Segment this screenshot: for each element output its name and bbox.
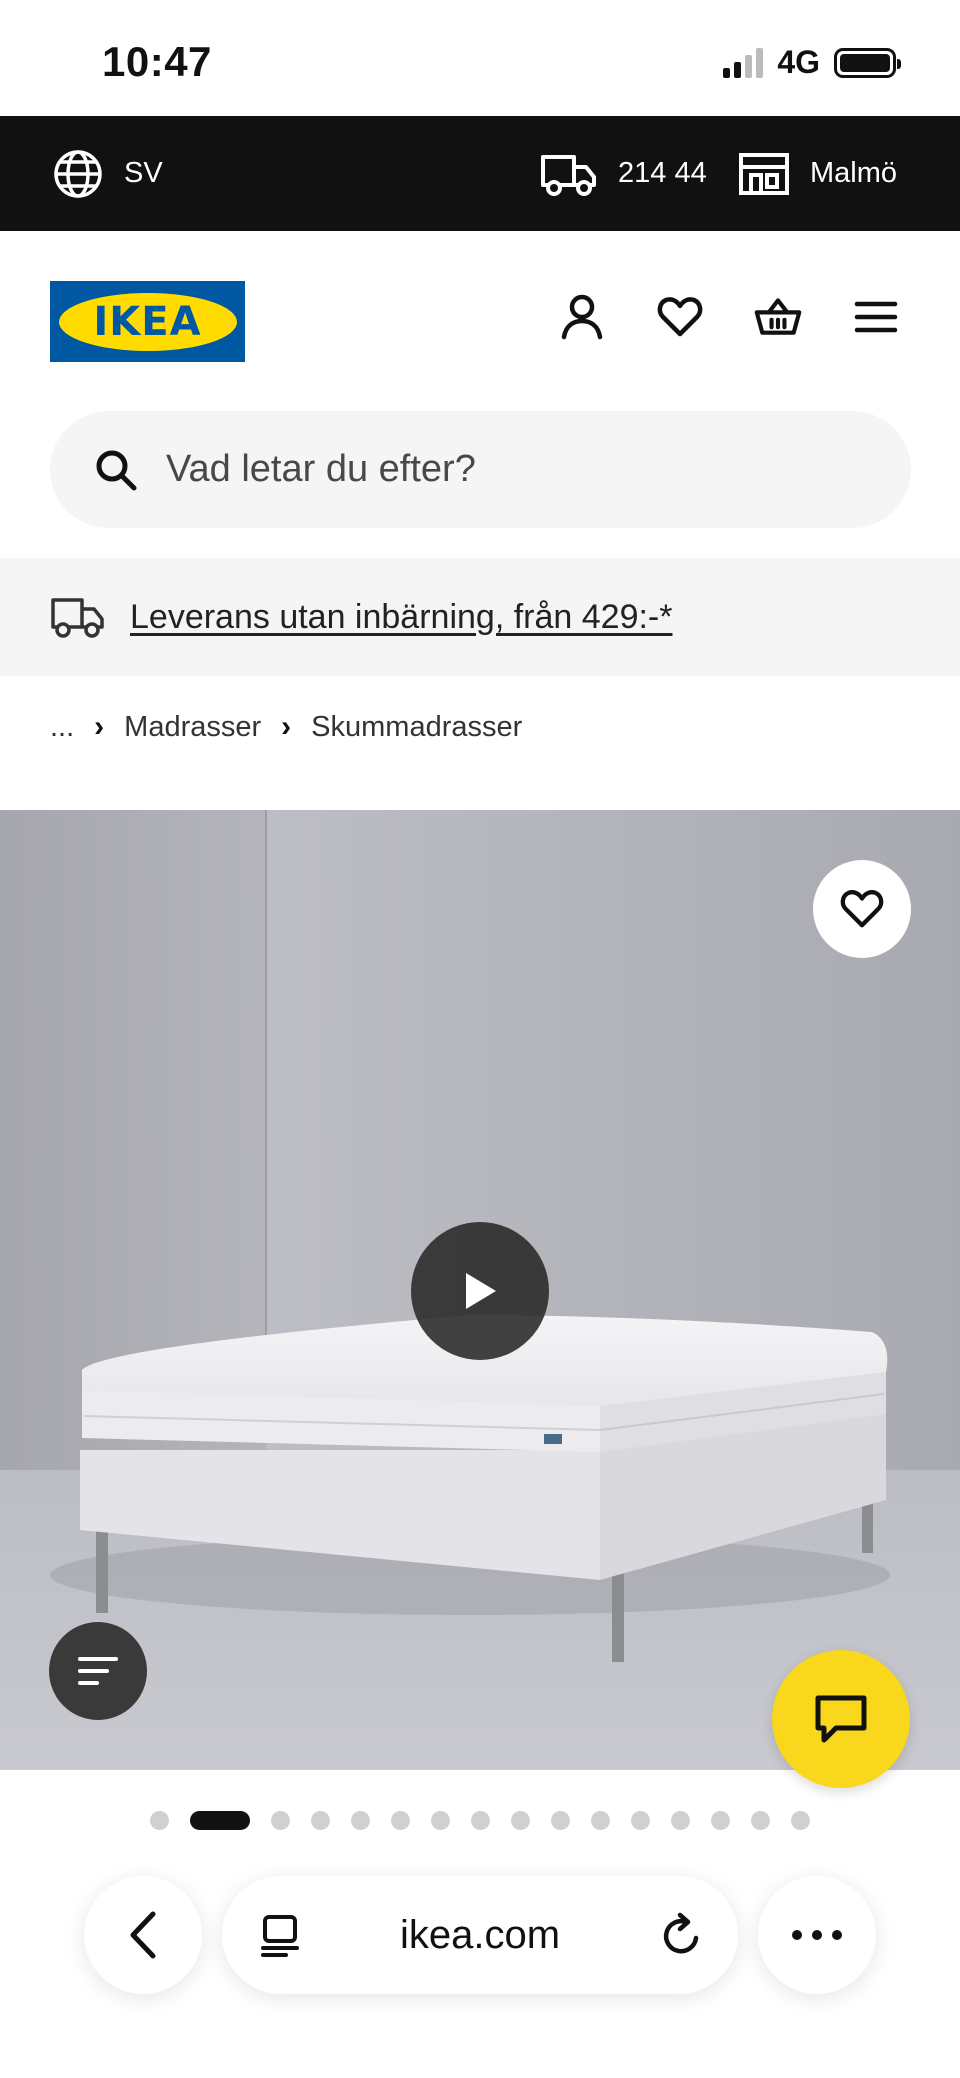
favourites-button[interactable] xyxy=(656,293,704,341)
delivery-banner-link[interactable]: Leverans utan inbärning, från 429:-* xyxy=(130,598,672,637)
store-label: Malmö xyxy=(810,157,898,189)
search-placeholder: Vad letar du efter? xyxy=(166,448,476,490)
cellular-signal-icon xyxy=(723,47,764,78)
heart-icon xyxy=(657,297,703,337)
carousel-dot[interactable] xyxy=(711,1810,730,1830)
postal-code-label: 214 44 xyxy=(618,157,707,189)
carousel-dot[interactable] xyxy=(150,1810,169,1830)
top-utility-bar: SV 214 44 Malmö xyxy=(0,116,960,231)
carousel-dot[interactable] xyxy=(591,1810,610,1830)
browser-toolbar: ikea.com xyxy=(0,1860,960,2078)
breadcrumb-ellipsis[interactable]: ... xyxy=(50,711,74,744)
user-icon xyxy=(561,294,603,340)
carousel-dot[interactable] xyxy=(791,1810,810,1830)
battery-icon xyxy=(834,47,901,78)
chevron-right-icon: › xyxy=(281,710,292,743)
save-to-favourites-button[interactable] xyxy=(813,860,911,958)
product-image-carousel[interactable] xyxy=(0,810,960,1770)
image-filter-button[interactable] xyxy=(49,1622,147,1720)
status-bar: 10:47 4G xyxy=(0,0,960,116)
cart-button[interactable] xyxy=(754,293,802,341)
delivery-banner: Leverans utan inbärning, från 429:-* xyxy=(0,558,960,676)
network-type: 4G xyxy=(777,44,820,80)
store-icon xyxy=(739,152,789,195)
carousel-dot[interactable] xyxy=(271,1810,290,1830)
carousel-dot[interactable] xyxy=(631,1810,650,1830)
address-bar[interactable]: ikea.com xyxy=(222,1876,738,1994)
site-header: IKEA xyxy=(0,231,960,411)
chevron-left-icon xyxy=(130,1911,156,1959)
breadcrumb: ... › Madrasser › Skummadrasser xyxy=(50,706,522,748)
play-icon xyxy=(466,1273,496,1309)
more-dots-icon xyxy=(792,1930,842,1940)
language-label: SV xyxy=(124,157,163,189)
search-input[interactable]: Vad letar du efter? xyxy=(50,411,911,528)
delivery-truck-icon xyxy=(51,598,104,638)
carousel-dot[interactable] xyxy=(471,1810,490,1830)
menu-button[interactable] xyxy=(852,293,900,341)
carousel-dot[interactable] xyxy=(351,1810,370,1830)
status-indicators: 4G xyxy=(723,44,901,81)
chat-bubble-icon xyxy=(815,1695,867,1743)
chevron-right-icon: › xyxy=(94,710,105,743)
carousel-dot[interactable] xyxy=(431,1810,450,1830)
carousel-dot[interactable] xyxy=(311,1810,330,1830)
carousel-dot[interactable] xyxy=(551,1810,570,1830)
breadcrumb-item-skummadrasser[interactable]: Skummadrasser xyxy=(311,711,522,744)
carousel-dot[interactable] xyxy=(671,1810,690,1830)
delivery-truck-icon xyxy=(541,154,596,196)
breadcrumb-item-madrasser[interactable]: Madrasser xyxy=(124,711,261,744)
reload-icon[interactable] xyxy=(660,1912,704,1958)
status-time: 10:47 xyxy=(102,38,212,85)
carousel-dot-active[interactable] xyxy=(190,1810,250,1830)
search-icon xyxy=(96,450,137,490)
language-selector[interactable]: SV xyxy=(52,116,163,231)
play-video-button[interactable] xyxy=(411,1222,549,1360)
shopping-basket-icon xyxy=(754,298,802,335)
postal-code-selector[interactable]: 214 44 xyxy=(540,116,707,231)
carousel-dot[interactable] xyxy=(391,1810,410,1830)
browser-back-button[interactable] xyxy=(84,1876,202,1994)
account-button[interactable] xyxy=(558,293,606,341)
logo-text: IKEA xyxy=(93,298,202,345)
store-selector[interactable]: Malmö xyxy=(738,116,897,231)
customer-chat-button[interactable] xyxy=(772,1650,910,1788)
browser-more-button[interactable] xyxy=(758,1876,876,1994)
carousel-dot[interactable] xyxy=(511,1810,530,1830)
hamburger-menu-icon xyxy=(854,301,898,333)
carousel-dot[interactable] xyxy=(751,1810,770,1830)
header-actions xyxy=(558,293,900,341)
filter-lines-icon xyxy=(78,1657,118,1685)
heart-icon xyxy=(840,890,884,928)
globe-icon xyxy=(54,149,102,198)
ikea-logo[interactable]: IKEA xyxy=(50,281,245,362)
carousel-pagination xyxy=(0,1808,960,1832)
